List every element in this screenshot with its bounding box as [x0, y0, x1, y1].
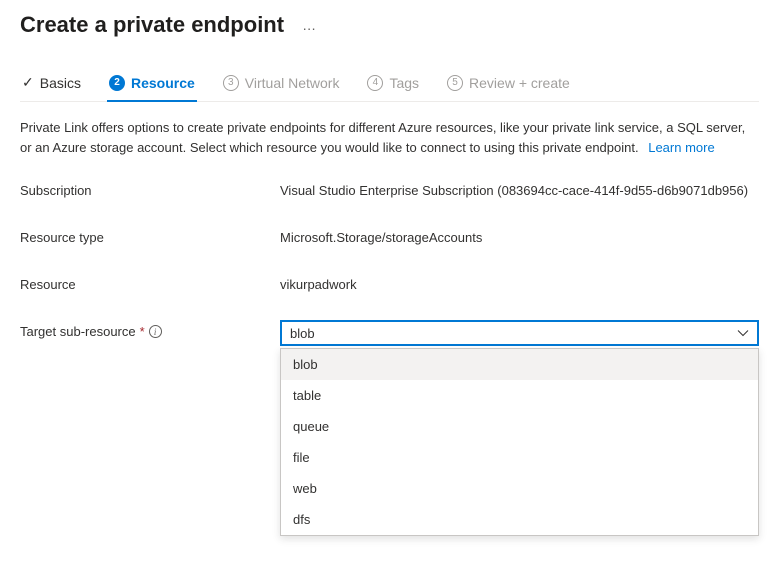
resource-type-label: Resource type	[20, 226, 280, 245]
subscription-value: Visual Studio Enterprise Subscription (0…	[280, 179, 759, 198]
intro-text: Private Link offers options to create pr…	[20, 118, 759, 157]
tab-label: Basics	[40, 75, 81, 91]
step-number-icon: 2	[109, 75, 125, 91]
step-number-icon: 5	[447, 75, 463, 91]
tab-review-create[interactable]: 5 Review + create	[445, 67, 572, 101]
select-value: blob	[290, 326, 315, 341]
required-asterisk: *	[140, 324, 145, 339]
target-sub-resource-select[interactable]: blob	[280, 320, 759, 346]
chevron-down-icon	[737, 327, 749, 339]
option-blob[interactable]: blob	[281, 349, 758, 380]
tab-label: Tags	[389, 75, 419, 91]
more-icon[interactable]: …	[302, 17, 317, 33]
step-number-icon: 3	[223, 75, 239, 91]
check-icon: ✓	[22, 74, 34, 91]
resource-label: Resource	[20, 273, 280, 292]
tab-basics[interactable]: ✓ Basics	[20, 66, 83, 101]
option-dfs[interactable]: dfs	[281, 504, 758, 535]
tab-label: Resource	[131, 75, 195, 91]
info-icon[interactable]: i	[149, 325, 162, 338]
tab-label: Review + create	[469, 75, 570, 91]
option-web[interactable]: web	[281, 473, 758, 504]
resource-value: vikurpadwork	[280, 273, 759, 292]
option-table[interactable]: table	[281, 380, 758, 411]
option-queue[interactable]: queue	[281, 411, 758, 442]
tab-resource[interactable]: 2 Resource	[107, 67, 197, 101]
wizard-tabs: ✓ Basics 2 Resource 3 Virtual Network 4 …	[20, 66, 759, 102]
option-file[interactable]: file	[281, 442, 758, 473]
tab-tags[interactable]: 4 Tags	[365, 67, 421, 101]
learn-more-link[interactable]: Learn more	[648, 140, 714, 155]
page-title: Create a private endpoint	[20, 12, 284, 38]
intro-body: Private Link offers options to create pr…	[20, 120, 745, 155]
label-text: Target sub-resource	[20, 324, 136, 339]
resource-type-value: Microsoft.Storage/storageAccounts	[280, 226, 759, 245]
tab-virtual-network[interactable]: 3 Virtual Network	[221, 67, 342, 101]
tab-label: Virtual Network	[245, 75, 340, 91]
step-number-icon: 4	[367, 75, 383, 91]
target-sub-resource-dropdown: blob table queue file web dfs	[280, 348, 759, 536]
subscription-label: Subscription	[20, 179, 280, 198]
target-sub-resource-label: Target sub-resource * i	[20, 320, 280, 339]
